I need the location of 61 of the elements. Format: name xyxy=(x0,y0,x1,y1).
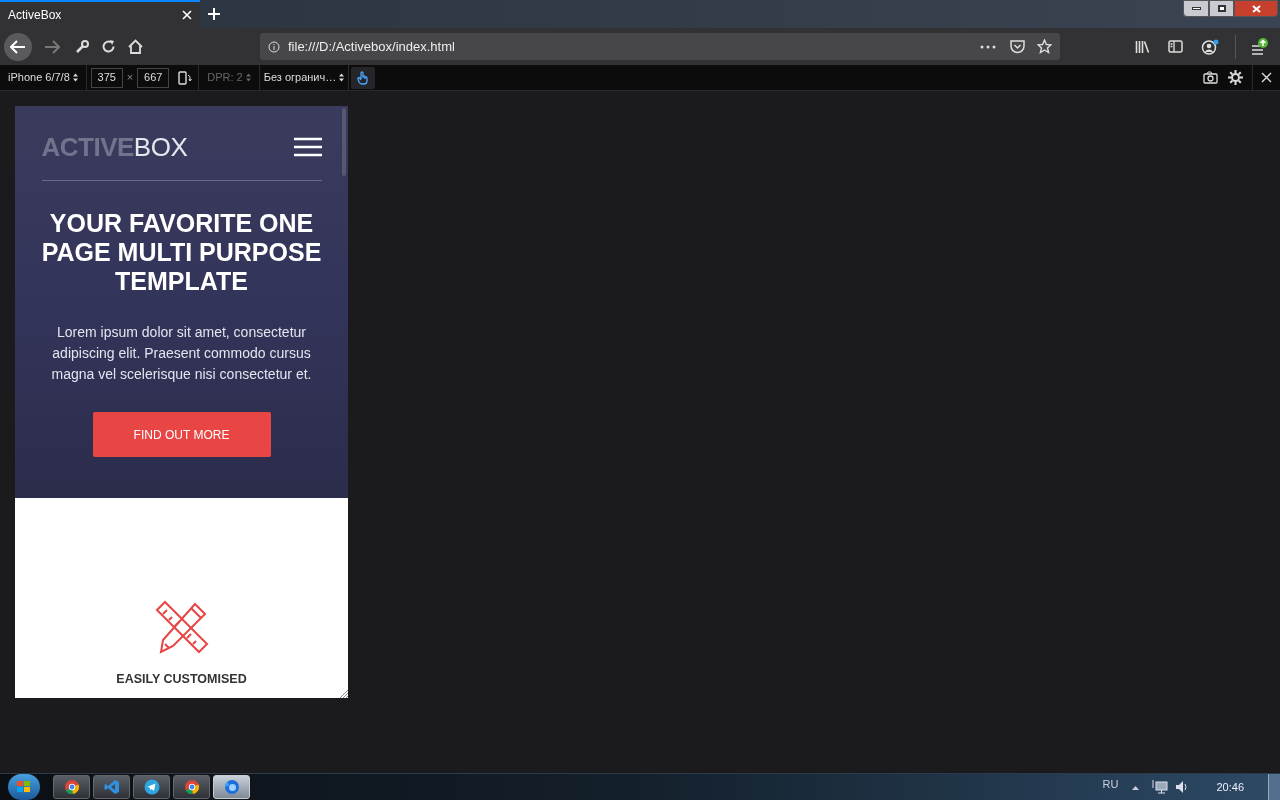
minimize-icon xyxy=(1191,7,1201,10)
close-window-button[interactable] xyxy=(1234,0,1278,17)
restore-icon xyxy=(1217,5,1226,12)
paper-plane-icon xyxy=(143,779,160,795)
pencil-ruler-icon xyxy=(154,600,209,654)
throttling-select[interactable]: Без огранич… xyxy=(259,65,350,90)
touch-button[interactable] xyxy=(351,66,376,89)
camera-icon[interactable] xyxy=(1203,71,1218,84)
caret-icon[interactable] xyxy=(1132,784,1140,790)
logo[interactable]: ACTIVEBOX xyxy=(41,134,188,160)
more-icon[interactable] xyxy=(980,44,996,49)
close-icon xyxy=(1251,4,1261,13)
back-button[interactable] xyxy=(4,32,32,61)
times-sign: × xyxy=(126,70,134,86)
taskbar-button[interactable] xyxy=(133,775,170,799)
address-bar[interactable]: file:///D:/Activebox/index.html xyxy=(260,33,1060,60)
browser-globe-icon xyxy=(223,779,240,795)
wrench-icon[interactable] xyxy=(75,39,89,54)
star-icon[interactable] xyxy=(1037,39,1052,54)
chrome-icon xyxy=(63,779,80,795)
language-indicator[interactable]: RU xyxy=(1102,775,1119,793)
windows-flag-icon xyxy=(16,780,32,794)
back-icon xyxy=(10,39,26,54)
account-icon[interactable] xyxy=(1201,38,1219,55)
menu-icon[interactable] xyxy=(1250,37,1268,56)
network-icon[interactable] xyxy=(1152,780,1169,794)
speaker-icon[interactable] xyxy=(1175,780,1190,794)
select-arrows-icon xyxy=(339,73,345,82)
find-out-more-button[interactable]: FIND OUT MORE xyxy=(92,412,271,457)
taskbar-button[interactable] xyxy=(53,775,90,799)
clock[interactable]: 20:46 xyxy=(1216,778,1244,796)
tab-title[interactable]: ActiveBox xyxy=(8,6,62,24)
library-icon[interactable] xyxy=(1135,39,1150,54)
rotate-icon[interactable] xyxy=(178,70,193,85)
device-select[interactable]: iPhone 6/7/8 xyxy=(0,65,87,90)
reload-icon[interactable] xyxy=(101,39,116,54)
pocket-icon[interactable] xyxy=(1010,39,1025,54)
restore-button[interactable] xyxy=(1209,0,1234,17)
home-icon[interactable] xyxy=(128,39,143,54)
menu-icon[interactable] xyxy=(293,137,322,157)
select-arrows-icon xyxy=(72,73,78,82)
code-editor-icon xyxy=(103,779,120,795)
resize-handle-icon[interactable] xyxy=(338,688,348,698)
start-button[interactable] xyxy=(8,774,40,800)
feature-title: EASILY CUSTOMISED xyxy=(116,671,247,688)
taskbar-button[interactable] xyxy=(173,775,210,799)
chrome-icon xyxy=(183,779,200,795)
intro-text: Lorem ipsum dolor sit amet, consectetur adipiscing elit. Praesent commodo cursus magna vel scelerisque nisi consectetur et. xyxy=(50,323,313,384)
width-field[interactable]: 375 xyxy=(90,67,123,88)
dpr-select[interactable]: DPR: 2 xyxy=(199,65,260,90)
close-icon[interactable] xyxy=(1261,72,1272,83)
new-tab-icon[interactable] xyxy=(208,8,220,20)
settings-icon[interactable] xyxy=(1228,70,1243,85)
sidebar-icon[interactable] xyxy=(1168,40,1183,53)
info-icon[interactable] xyxy=(268,40,280,53)
height-field[interactable]: 667 xyxy=(137,67,170,88)
minimize-button[interactable] xyxy=(1183,0,1209,17)
headline: YOUR FAVORITE ONE PAGE MULTI PURPOSE TEMPLATE xyxy=(40,209,323,296)
hand-pointer-icon xyxy=(357,70,370,85)
forward-icon[interactable] xyxy=(44,39,60,54)
select-arrows-icon xyxy=(245,73,251,82)
